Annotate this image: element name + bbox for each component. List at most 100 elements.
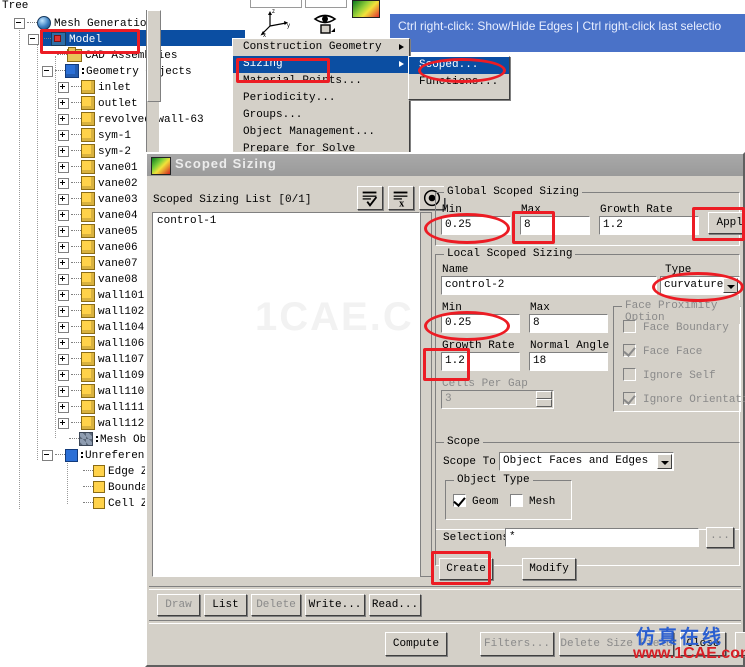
expand-icon[interactable] [58,321,69,333]
chevron-down-icon[interactable] [657,454,672,469]
expand-icon[interactable] [58,385,69,397]
toolbar-field-1[interactable] [250,0,302,8]
write-button[interactable]: Write... [305,594,365,616]
expand-icon[interactable] [58,305,69,317]
global-growth-rate-input[interactable]: 1.2 [599,216,699,235]
list-item[interactable]: control-1 [157,215,415,227]
expand-icon[interactable] [58,113,69,125]
expand-icon[interactable] [58,241,69,253]
local-type-combo[interactable]: curvature [660,276,740,295]
tree-node-wall102[interactable]: wall102 [58,304,144,320]
tree-node-sym-2[interactable]: sym-2 [58,144,131,160]
local-min-input[interactable]: 0.25 [441,314,520,333]
scope-to-combo[interactable]: Object Faces and Edges [499,452,674,471]
expand-icon[interactable] [58,129,69,141]
expand-icon[interactable] [58,289,69,301]
tree-node-vane01[interactable]: vane01 [58,160,138,176]
tree-node-vane06[interactable]: vane06 [58,240,138,256]
cells-per-gap-stepper[interactable] [536,391,552,408]
tree-scrollbar-thumb[interactable] [147,10,161,102]
submenu-item-functions[interactable]: Functions... [409,74,509,91]
expand-icon[interactable] [58,273,69,285]
tree-node-mesh-generation[interactable]: Mesh Generation [14,16,153,32]
sizing-submenu[interactable]: Scoped... Functions... [408,56,510,100]
scoped-sizing-list[interactable]: control-1 [152,212,420,577]
menu-item-object-management[interactable]: Object Management... [233,124,409,141]
deselect-all-icon[interactable]: x [388,186,414,210]
dialog-titlebar[interactable]: Scoped Sizing [147,154,743,176]
toolbar-field-2[interactable] [305,0,347,8]
face-boundary-checkbox[interactable] [623,320,636,333]
expand-icon[interactable] [58,401,69,413]
mesh-checkbox[interactable] [510,494,523,507]
collapse-icon[interactable] [28,33,39,45]
expand-icon[interactable] [58,193,69,205]
selections-input[interactable]: * [505,528,699,547]
draw-button[interactable]: Draw [157,594,200,616]
apply-button[interactable]: Apply [708,212,745,234]
expand-icon[interactable] [58,257,69,269]
ignore-orientation-checkbox[interactable] [623,392,636,405]
global-min-input[interactable]: 0.25 [441,216,511,235]
tree-node-edge-z[interactable]: Edge Z [72,464,148,480]
global-max-input[interactable]: 8 [520,216,590,235]
modify-button[interactable]: Modify [522,558,576,580]
tree-node-wall104[interactable]: wall104 [58,320,144,336]
tree-node-wall106[interactable]: wall106 [58,336,144,352]
tree-node-cell-z[interactable]: Cell Z [72,496,148,512]
local-growth-rate-input[interactable]: 1.2 [441,352,520,371]
tree-node-inlet[interactable]: inlet [58,80,131,96]
geom-checkbox[interactable] [453,494,466,507]
selections-browse-button[interactable]: ... [706,527,734,548]
face-face-checkbox[interactable] [623,344,636,357]
ignore-self-checkbox[interactable] [623,368,636,381]
expand-icon[interactable] [58,161,69,173]
delete-button[interactable]: Delete [251,594,301,616]
collapse-icon[interactable] [42,65,53,77]
expand-icon[interactable] [58,145,69,157]
expand-icon[interactable] [58,177,69,189]
expand-icon[interactable] [58,417,69,429]
collapse-icon[interactable] [14,17,25,29]
tree-node-unreferen[interactable]: Unreferen [42,448,144,464]
read-button[interactable]: Read... [369,594,421,616]
select-all-icon[interactable] [357,186,383,210]
tree-node-model[interactable]: Model [28,32,102,48]
tree-node-vane02[interactable]: vane02 [58,176,138,192]
collapse-icon[interactable] [42,449,53,461]
tree-node-geometry-objects[interactable]: Geometry Objects [42,64,192,80]
list-scrollbar[interactable] [420,212,432,577]
list-button[interactable]: List [204,594,247,616]
chevron-down-icon[interactable] [723,278,738,293]
tree-node-revolved-wall-63[interactable]: revolved-wall-63 [58,112,204,128]
expand-icon[interactable] [58,209,69,221]
tree-node-vane04[interactable]: vane04 [58,208,138,224]
local-normal-angle-input[interactable]: 18 [529,352,608,371]
tree-node-vane03[interactable]: vane03 [58,192,138,208]
expand-icon[interactable] [58,337,69,349]
tree-node-outlet[interactable]: outlet [58,96,138,112]
stepper-up-icon[interactable] [536,391,552,399]
tree-node-bounda[interactable]: Bounda [72,480,148,496]
tree-node-wall109[interactable]: wall109 [58,368,144,384]
menu-item-material-points[interactable]: Material Points... [233,73,409,90]
tree-node-vane05[interactable]: vane05 [58,224,138,240]
filters-button[interactable]: Filters... [480,632,554,656]
tree-node-wall110[interactable]: wall110 [58,384,144,400]
eye-visibility-icon[interactable] [312,12,346,36]
menu-item-periodicity[interactable]: Periodicity... [233,90,409,107]
submenu-item-scoped[interactable]: Scoped... [409,57,509,74]
create-button[interactable]: Create [439,558,493,580]
tree-node-wall101[interactable]: wall101 [58,288,144,304]
expand-icon[interactable] [58,81,69,93]
menu-item-sizing[interactable]: Sizing [233,56,409,73]
compute-button[interactable]: Compute [385,632,447,656]
tree-node-sym-1[interactable]: sym-1 [58,128,131,144]
menu-item-construction-geometry[interactable]: Construction Geometry [233,39,409,56]
local-max-input[interactable]: 8 [529,314,608,333]
context-menu[interactable]: Construction Geometry Sizing Material Poin… [232,38,410,170]
expand-icon[interactable] [58,97,69,109]
tree-node-wall112[interactable]: wall112 [58,416,144,432]
expand-icon[interactable] [58,225,69,237]
stepper-down-icon[interactable] [536,399,552,407]
